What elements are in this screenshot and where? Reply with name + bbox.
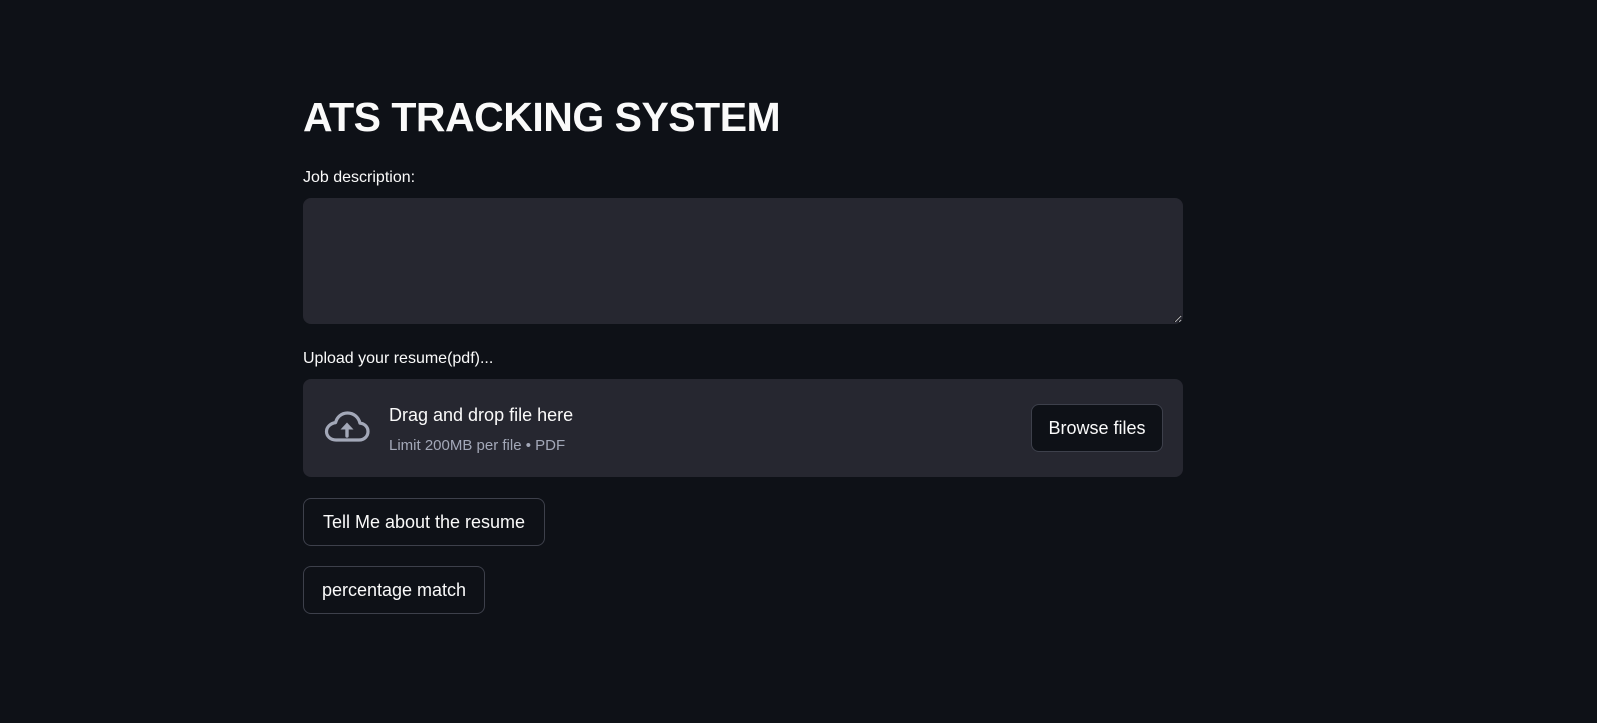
cloud-upload-icon [323, 409, 371, 445]
resume-upload-label: Upload your resume(pdf)... [303, 350, 494, 367]
file-dropzone[interactable]: Drag and drop file here Limit 200MB per … [303, 379, 1183, 477]
percentage-match-button[interactable]: percentage match [303, 566, 485, 614]
dropzone-title: Drag and drop file here [389, 405, 574, 425]
job-description-label: Job description: [303, 169, 416, 186]
job-description-textarea[interactable] [303, 198, 1183, 324]
tell-me-about-resume-button[interactable]: Tell Me about the resume [303, 498, 545, 546]
dropzone-hint: Limit 200MB per file • PDF [389, 437, 566, 454]
browse-files-button[interactable]: Browse files [1031, 404, 1163, 452]
page-title: ATS TRACKING SYSTEM [303, 94, 781, 140]
